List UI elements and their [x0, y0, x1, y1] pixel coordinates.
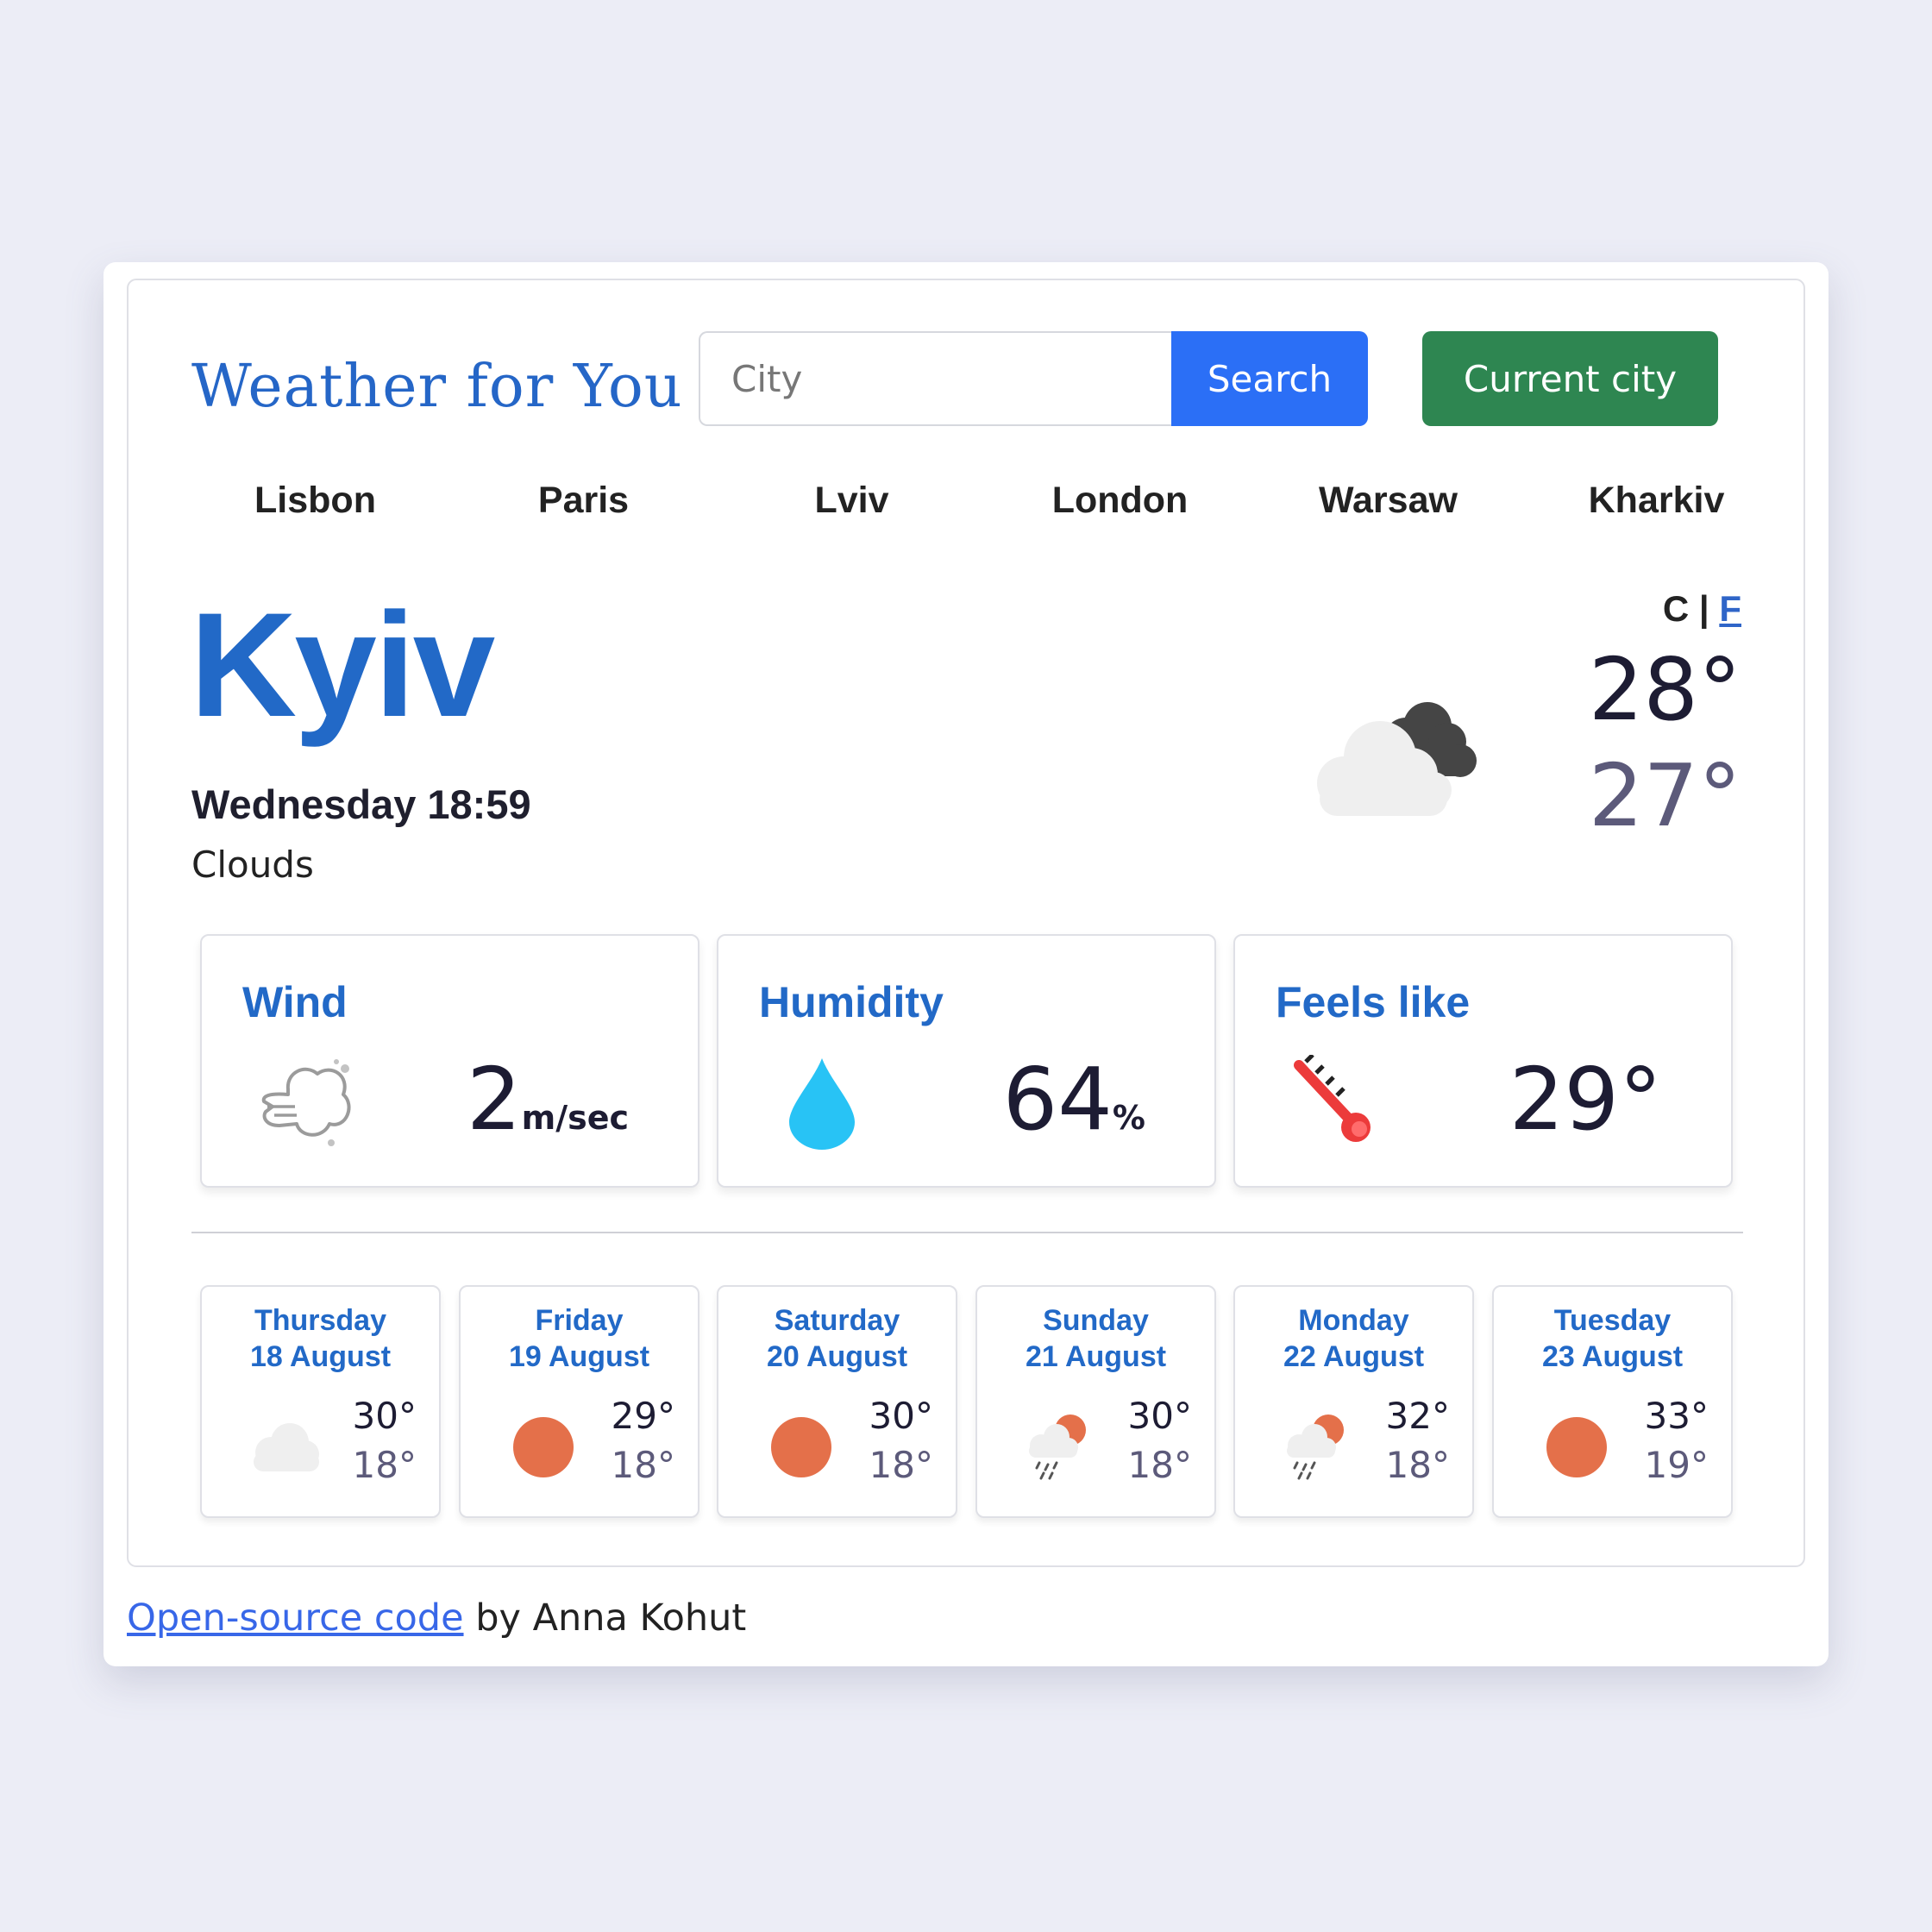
sun-icon [771, 1417, 831, 1477]
city-link-lviv[interactable]: Lviv [718, 474, 986, 526]
footer: Open-source code by Anna Kohut [127, 1596, 746, 1640]
current-city-name: Kyiv [190, 582, 495, 748]
forecast-max: 32° [1385, 1395, 1450, 1437]
city-search-input[interactable] [699, 331, 1171, 426]
feels-like-card: Feels like 29° [1233, 934, 1733, 1188]
search-button[interactable]: Search [1171, 331, 1368, 426]
weather-description: Clouds [191, 844, 314, 886]
forecast-date: 22 August [1283, 1340, 1425, 1373]
forecast-date: 20 August [766, 1340, 908, 1373]
forecast-day-card: Thursday 18 August 30° 18° [200, 1285, 441, 1518]
unit-celsius: C [1662, 588, 1690, 629]
current-temp-max: 28° [1588, 639, 1741, 740]
cloud-icon [254, 1423, 319, 1471]
forecast-day: Monday [1298, 1304, 1409, 1337]
forecast-date: 21 August [1025, 1340, 1167, 1373]
forecast-day-card: Saturday 20 August 30° 18° [717, 1285, 957, 1518]
wind-unit: m/sec [521, 1099, 629, 1137]
forecast-max: 30° [869, 1395, 933, 1437]
forecast-max: 30° [352, 1395, 417, 1437]
forecast-day: Saturday [774, 1304, 900, 1337]
thermometer-icon [1294, 1055, 1371, 1142]
city-link-lisbon[interactable]: Lisbon [181, 474, 449, 526]
current-datetime: Wednesday 18:59 [191, 781, 531, 827]
forecast-max: 33° [1644, 1395, 1709, 1437]
forecast-min: 19° [1644, 1444, 1709, 1486]
water-drop-icon [789, 1058, 855, 1150]
forecast-min: 18° [1127, 1444, 1192, 1486]
forecast-min: 18° [869, 1444, 933, 1486]
forecast-day: Tuesday [1553, 1304, 1672, 1337]
wind-value-display: 2m/sec [467, 1057, 629, 1143]
weather-panel: Weather for You Search Current city Lisb… [127, 279, 1805, 1567]
forecast-day-card: Friday 19 August 29° 18° [459, 1285, 699, 1518]
forecast-date: 23 August [1541, 1340, 1684, 1373]
feels-like-value: 29° [1509, 1049, 1662, 1150]
forecast-day-card: Tuesday 23 August 33° 19° [1492, 1285, 1733, 1518]
forecast-date: 19 August [508, 1340, 650, 1373]
feels-like-title: Feels like [1276, 978, 1471, 1026]
wind-title: Wind [242, 978, 348, 1026]
unit-fahrenheit-link[interactable]: F [1719, 588, 1741, 629]
humidity-card: Humidity 64% [717, 934, 1216, 1188]
forecast-min: 18° [352, 1444, 417, 1486]
section-divider [191, 1232, 1743, 1233]
city-link-london[interactable]: London [986, 474, 1254, 526]
city-link-kharkiv[interactable]: Kharkiv [1522, 474, 1791, 526]
open-source-code-link[interactable]: Open-source code [127, 1596, 464, 1640]
weather-app-card: Weather for You Search Current city Lisb… [104, 262, 1828, 1666]
forecast-min: 18° [611, 1444, 675, 1486]
forecast-max: 29° [611, 1395, 675, 1437]
city-link-paris[interactable]: Paris [449, 474, 718, 526]
forecast-day-card: Monday 22 August 32° 18° [1233, 1285, 1474, 1518]
rain-sun-icon [1287, 1414, 1344, 1480]
sun-icon [513, 1417, 574, 1477]
current-city-button[interactable]: Current city [1422, 331, 1718, 426]
humidity-unit: % [1112, 1099, 1145, 1137]
sun-icon [1546, 1417, 1607, 1477]
wind-value: 2 [466, 1049, 522, 1150]
current-temp-min: 27° [1588, 745, 1741, 846]
forecast-min: 18° [1385, 1444, 1450, 1486]
rain-sun-icon [1029, 1414, 1086, 1480]
broken-clouds-icon [1317, 702, 1477, 816]
forecast-date: 18 August [249, 1340, 392, 1373]
wind-card: Wind 2m/sec [200, 934, 699, 1188]
unit-separator: | [1698, 588, 1709, 629]
forecast-day-card: Sunday 21 August 30° 18° [975, 1285, 1216, 1518]
humidity-title: Humidity [759, 978, 944, 1026]
app-title: Weather for You [191, 353, 683, 421]
city-link-warsaw[interactable]: Warsaw [1254, 474, 1522, 526]
humidity-value: 64 [1002, 1049, 1113, 1150]
forecast-day: Thursday [254, 1304, 387, 1337]
unit-toggle: C | F [1663, 588, 1741, 630]
humidity-value-display: 64% [1003, 1057, 1145, 1143]
wind-icon [261, 1059, 351, 1146]
city-quick-links: Lisbon Paris Lviv London Warsaw Kharkiv [181, 474, 1791, 526]
forecast-day: Friday [535, 1304, 624, 1337]
forecast-day: Sunday [1043, 1304, 1149, 1337]
forecast-max: 30° [1127, 1395, 1192, 1437]
footer-author: by Anna Kohut [463, 1596, 747, 1640]
